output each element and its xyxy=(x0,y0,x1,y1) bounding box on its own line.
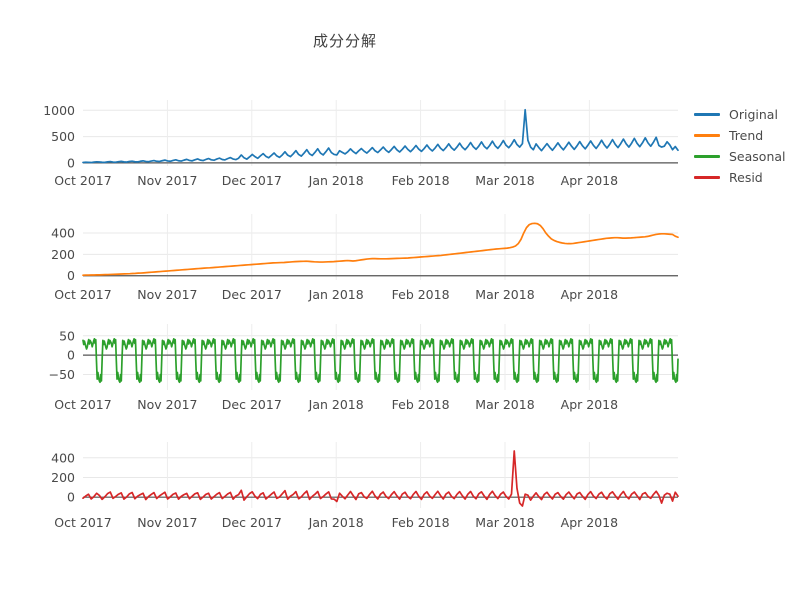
legend-label-trend: Trend xyxy=(729,128,764,143)
x-tick-label: Feb 2018 xyxy=(392,397,450,412)
y-tick-label: 200 xyxy=(51,247,75,262)
x-tick-label: Nov 2017 xyxy=(137,397,197,412)
y-tick-label: −50 xyxy=(49,367,75,382)
legend-item-seasonal: Seasonal xyxy=(694,146,800,167)
x-tick-label: Mar 2018 xyxy=(475,287,534,302)
x-tick-label: Apr 2018 xyxy=(561,397,618,412)
x-tick-label: Jan 2018 xyxy=(308,515,364,530)
series-line-trend xyxy=(82,222,679,277)
plot-area-seasonal: −50 0 50 Oct 2017 Nov 2017 Dec 2017 Jan 2018 Fe… xyxy=(49,324,679,412)
legend-swatch-original xyxy=(694,113,720,116)
x-tick-label: Feb 2018 xyxy=(392,173,450,188)
y-tick-label: 0 xyxy=(67,268,75,283)
legend-swatch-resid xyxy=(694,176,720,179)
y-tick-label: 400 xyxy=(51,450,75,465)
x-tick-label: Jan 2018 xyxy=(308,173,364,188)
y-tick-label: 0 xyxy=(67,155,75,170)
x-tick-label: Oct 2017 xyxy=(54,173,111,188)
x-tick-label: Nov 2017 xyxy=(137,287,197,302)
legend-item-trend: Trend xyxy=(694,125,800,146)
x-tick-label: Dec 2017 xyxy=(222,173,282,188)
subplot-original: 0 500 1000 Oct 2017 Nov 2017 Dec 2017 Jan 2018… xyxy=(0,96,800,196)
x-tick-label: Apr 2018 xyxy=(561,515,618,530)
plot-area-original: 0 500 1000 Oct 2017 Nov 2017 Dec 2017 Jan 2018… xyxy=(43,100,679,188)
legend-swatch-trend xyxy=(694,134,720,137)
subplot-trend: 0 200 400 Oct 2017 Nov 2017 Dec 2017 Jan 2018 F… xyxy=(0,210,800,310)
chart-legend: Original Trend Seasonal Resid xyxy=(694,104,800,188)
y-tick-label: 0 xyxy=(67,348,75,363)
plot-area-resid: 0 200 400 Oct 2017 Nov 2017 Dec 2017 Jan 2018 F… xyxy=(51,442,679,530)
chart-title: 成分分解 xyxy=(312,32,377,50)
chart-figure: 成分分解 0 500 1000 Oct 2017 Nov 2017 Dec 2017 Jan… xyxy=(0,0,800,600)
y-tick-label: 200 xyxy=(51,470,75,485)
legend-label-resid: Resid xyxy=(729,170,763,185)
x-tick-label: Dec 2017 xyxy=(222,397,282,412)
y-tick-label: 500 xyxy=(51,129,75,144)
y-tick-label: 50 xyxy=(59,328,75,343)
x-tick-label: Oct 2017 xyxy=(54,287,111,302)
x-tick-label: Oct 2017 xyxy=(54,515,111,530)
x-tick-label: Dec 2017 xyxy=(222,287,282,302)
series-line-seasonal xyxy=(82,338,679,384)
plot-area-trend: 0 200 400 Oct 2017 Nov 2017 Dec 2017 Jan 2018 F… xyxy=(51,214,679,302)
x-tick-label: Apr 2018 xyxy=(561,287,618,302)
x-tick-label: Jan 2018 xyxy=(308,287,364,302)
x-tick-label: Nov 2017 xyxy=(137,515,197,530)
y-tick-label: 1000 xyxy=(43,103,75,118)
legend-item-resid: Resid xyxy=(694,167,800,188)
x-tick-label: Mar 2018 xyxy=(475,515,534,530)
x-tick-label: Feb 2018 xyxy=(392,515,450,530)
x-tick-label: Feb 2018 xyxy=(392,287,450,302)
x-tick-label: Mar 2018 xyxy=(475,397,534,412)
x-tick-label: Nov 2017 xyxy=(137,173,197,188)
x-tick-label: Jan 2018 xyxy=(308,397,364,412)
subplot-resid: 0 200 400 Oct 2017 Nov 2017 Dec 2017 Jan 2018 F… xyxy=(0,438,800,538)
x-tick-label: Mar 2018 xyxy=(475,173,534,188)
y-tick-label: 400 xyxy=(51,225,75,240)
subplot-seasonal: −50 0 50 Oct 2017 Nov 2017 Dec 2017 Jan 2018 Fe… xyxy=(0,320,800,420)
legend-item-original: Original xyxy=(694,104,800,125)
x-tick-label: Oct 2017 xyxy=(54,397,111,412)
legend-label-original: Original xyxy=(729,107,778,122)
y-tick-label: 0 xyxy=(67,490,75,505)
x-tick-label: Apr 2018 xyxy=(561,173,618,188)
legend-swatch-seasonal xyxy=(694,155,720,158)
legend-label-seasonal: Seasonal xyxy=(729,149,786,164)
x-tick-label: Dec 2017 xyxy=(222,515,282,530)
